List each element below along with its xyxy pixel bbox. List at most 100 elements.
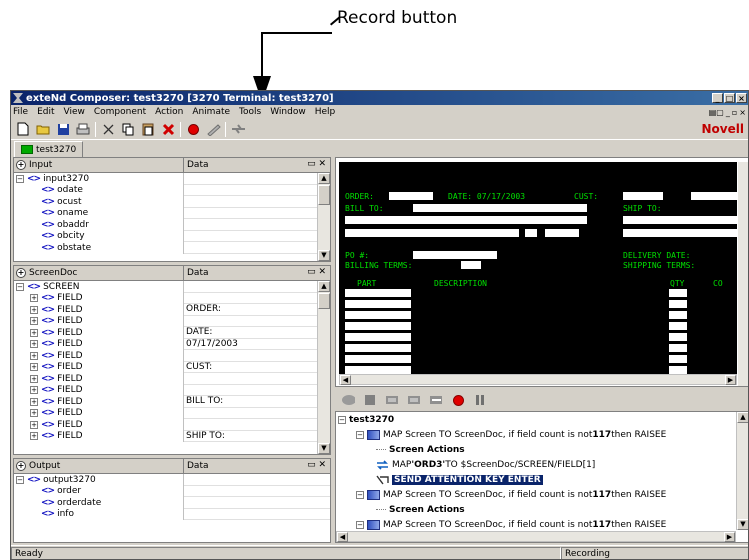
- tree-row[interactable]: + <> FIELD: [14, 315, 330, 327]
- new-file-icon[interactable]: [15, 121, 31, 137]
- step-over-icon[interactable]: [407, 394, 421, 407]
- tree-node[interactable]: + <> FIELD: [14, 430, 184, 442]
- tree-node-value[interactable]: [184, 419, 330, 431]
- action-row[interactable]: − MAP Screen TO ScreenDoc, if field count…: [336, 487, 748, 502]
- animate-icon[interactable]: [205, 121, 221, 137]
- menu-component[interactable]: Component: [94, 107, 146, 117]
- actions-hscrollbar[interactable]: ◀ ▶: [336, 531, 736, 542]
- tree-node[interactable]: − <> SCREEN: [14, 281, 184, 293]
- input-scrollbar[interactable]: ▲ ▼: [317, 173, 330, 261]
- term-order-field[interactable]: [389, 192, 433, 200]
- term-cust-field[interactable]: [623, 192, 663, 200]
- expand-icon[interactable]: +: [30, 363, 38, 372]
- tree-node[interactable]: <> obstate: [14, 242, 184, 254]
- expand-icon[interactable]: +: [30, 317, 38, 326]
- maximize-button[interactable]: □: [724, 93, 735, 103]
- term-billing-terms-field[interactable]: [461, 261, 481, 269]
- tree-node-value[interactable]: [184, 486, 330, 497]
- menu-animate[interactable]: Animate: [192, 107, 230, 117]
- term-bill-to-field[interactable]: [413, 204, 587, 212]
- menu-window[interactable]: Window: [270, 107, 306, 117]
- action-row[interactable]: − MAP Screen TO ScreenDoc, if field count…: [336, 517, 748, 532]
- scroll-right-button[interactable]: ▶: [724, 532, 735, 542]
- term-qty-field[interactable]: [669, 333, 687, 341]
- record-button-icon[interactable]: [185, 121, 201, 137]
- record-icon[interactable]: [451, 394, 465, 407]
- tree-node[interactable]: <> obcity: [14, 230, 184, 242]
- term-ship-city-field[interactable]: [623, 229, 737, 237]
- scroll-left-button[interactable]: ◀: [337, 532, 348, 542]
- mdi-close-button[interactable]: ×: [739, 108, 746, 117]
- term-qty-field[interactable]: [669, 355, 687, 363]
- collapse-icon[interactable]: −: [338, 415, 346, 424]
- term-part-field[interactable]: [345, 289, 411, 297]
- tree-node-value[interactable]: [184, 185, 330, 196]
- term-part-field[interactable]: [345, 355, 411, 363]
- tree-row[interactable]: <> obstate: [14, 242, 330, 254]
- expand-icon[interactable]: +: [30, 351, 38, 360]
- collapse-icon[interactable]: −: [356, 430, 364, 439]
- action-row[interactable]: SEND ATTENTION KEY ENTER: [336, 472, 748, 487]
- term-part-field[interactable]: [345, 322, 411, 330]
- term-qty-field[interactable]: [669, 289, 687, 297]
- menu-file[interactable]: File: [13, 107, 28, 117]
- tree-row[interactable]: − <> SCREEN: [14, 281, 330, 293]
- tree-node-value[interactable]: [184, 497, 330, 509]
- actions-vscrollbar[interactable]: ▲ ▼: [736, 412, 748, 530]
- tree-node-value[interactable]: [184, 231, 330, 242]
- tree-node-value[interactable]: [184, 509, 330, 520]
- action-root[interactable]: − test3270: [336, 412, 748, 427]
- term-qty-field[interactable]: [669, 322, 687, 330]
- tree-row[interactable]: <> obaddr: [14, 219, 330, 231]
- tree-node[interactable]: <> obaddr: [14, 219, 184, 231]
- scroll-right-button[interactable]: ▶: [725, 375, 736, 385]
- tree-node[interactable]: + <> FIELD: [14, 350, 184, 362]
- expand-icon[interactable]: +: [30, 374, 38, 383]
- tree-node-value[interactable]: ORDER:: [184, 304, 330, 316]
- panel-controls[interactable]: ▭ ✕: [307, 460, 326, 470]
- action-row[interactable]: Screen Actions: [336, 442, 748, 457]
- menu-tools[interactable]: Tools: [239, 107, 261, 117]
- step-out-icon[interactable]: [429, 394, 443, 407]
- open-folder-icon[interactable]: [35, 121, 51, 137]
- tree-node[interactable]: + <> FIELD: [14, 315, 184, 327]
- tree-node[interactable]: + <> FIELD: [14, 396, 184, 408]
- collapse-icon[interactable]: −: [356, 490, 364, 499]
- tree-node[interactable]: <> ocust: [14, 196, 184, 208]
- close-button[interactable]: ×: [736, 93, 747, 103]
- paste-icon[interactable]: [140, 121, 156, 137]
- print-icon[interactable]: [75, 121, 91, 137]
- tree-node[interactable]: + <> FIELD: [14, 338, 184, 350]
- expand-icon[interactable]: +: [30, 397, 38, 406]
- expand-icon[interactable]: +: [30, 340, 38, 349]
- tree-node-value[interactable]: [184, 208, 330, 219]
- term-part-field[interactable]: [345, 333, 411, 341]
- collapse-icon[interactable]: −: [16, 475, 24, 484]
- expand-icon[interactable]: +: [30, 409, 38, 418]
- tree-row[interactable]: + <> FIELD: [14, 292, 330, 304]
- tree-node-value[interactable]: [184, 196, 330, 208]
- tree-row[interactable]: <> odate: [14, 184, 330, 196]
- tree-node[interactable]: + <> FIELD: [14, 419, 184, 431]
- mdi-minimize-button[interactable]: _: [726, 108, 730, 117]
- tree-node-value[interactable]: SHIP TO:: [184, 431, 330, 442]
- tree-node-value[interactable]: [184, 385, 330, 396]
- tree-row[interactable]: + <> FIELD SHIP TO:: [14, 430, 330, 442]
- tree-row[interactable]: + <> FIELD BILL TO:: [14, 396, 330, 408]
- scroll-down-button[interactable]: ▼: [318, 443, 330, 454]
- tree-node[interactable]: + <> FIELD: [14, 292, 184, 304]
- tree-node[interactable]: + <> FIELD: [14, 407, 184, 419]
- collapse-icon[interactable]: −: [16, 174, 24, 183]
- menu-edit[interactable]: Edit: [37, 107, 54, 117]
- tree-row[interactable]: + <> FIELD: [14, 350, 330, 362]
- tree-node-value[interactable]: [184, 474, 330, 486]
- scroll-up-button[interactable]: ▲: [318, 173, 330, 184]
- expand-icon[interactable]: +: [30, 432, 38, 441]
- tree-node-value[interactable]: [184, 316, 330, 327]
- action-row[interactable]: Screen Actions: [336, 502, 748, 517]
- tree-node-value[interactable]: [184, 408, 330, 419]
- menu-help[interactable]: Help: [315, 107, 336, 117]
- term-qty-field[interactable]: [669, 366, 687, 374]
- scroll-thumb[interactable]: [318, 293, 330, 309]
- tree-node[interactable]: <> info: [14, 508, 184, 520]
